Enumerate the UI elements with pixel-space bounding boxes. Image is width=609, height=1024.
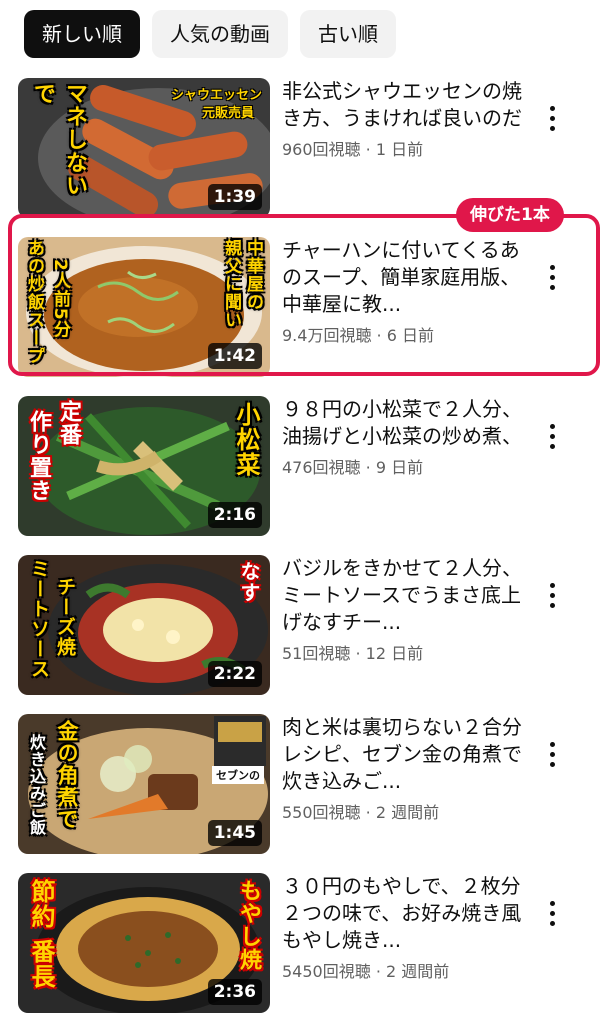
meta-separator: · xyxy=(350,644,366,663)
video-title[interactable]: ３０円のもやしで、２枚分２つの味で、お好み焼き風もやし焼き... xyxy=(282,873,522,954)
meta-separator: · xyxy=(360,140,376,159)
upload-age: 2 週間前 xyxy=(375,803,440,822)
meta-separator: · xyxy=(360,458,376,477)
upload-age: 9 日前 xyxy=(375,458,424,477)
thumb-caption: 定番 xyxy=(56,400,81,446)
view-count: 5450回視聴 xyxy=(282,962,371,981)
view-count: 550回視聴 xyxy=(282,803,361,822)
thumb-caption: 2人前5分 xyxy=(50,259,70,339)
video-item[interactable]: ミートソース チーズ焼 なす 2:22 バジルをきかせて２人分、ミートソースでう… xyxy=(0,555,609,695)
view-count: 476回視聴 xyxy=(282,458,361,477)
video-title[interactable]: バジルをきかせて２人分、ミートソースでうまさ底上げなすチー... xyxy=(282,555,522,636)
thumb-caption: 金の角煮で xyxy=(55,720,79,830)
thumb-caption: 作り置き xyxy=(26,410,51,502)
video-stats: 960回視聴 · 1 日前 xyxy=(282,136,522,160)
video-thumbnail[interactable]: 節約 番長 もやし焼 2:36 xyxy=(18,873,270,1013)
more-options-icon[interactable] xyxy=(540,418,564,454)
video-title[interactable]: チャーハンに付いてくるあのスープ、簡単家庭用版、中華屋に教... xyxy=(282,237,522,318)
chip-newest[interactable]: 新しい順 xyxy=(24,10,140,58)
upload-age: 6 日前 xyxy=(386,326,434,345)
upload-age: 12 日前 xyxy=(365,644,424,663)
thumb-caption: セブンの xyxy=(212,766,264,784)
video-title[interactable]: 肉と米は裏切らない２合分レシピ、セブン金の角煮で炊き込みご... xyxy=(282,714,522,795)
video-thumbnail[interactable]: 金の角煮で 炊き込みご飯 セブンの 1:45 xyxy=(18,714,270,854)
meta-separator: · xyxy=(370,962,386,981)
video-meta: 肉と米は裏切らない２合分レシピ、セブン金の角煮で炊き込みご... 550回視聴 … xyxy=(282,714,522,823)
thumb-caption: 元販売員 xyxy=(201,106,254,121)
view-count: 9.4万回視聴 xyxy=(282,326,372,345)
more-options-icon[interactable] xyxy=(540,259,564,295)
thumb-caption: なす xyxy=(237,561,261,603)
thumb-caption: 親父に聞い xyxy=(221,239,241,329)
thumb-caption: あの炒飯スープ xyxy=(24,239,44,365)
video-meta: チャーハンに付いてくるあのスープ、簡単家庭用版、中華屋に教... 9.4万回視聴… xyxy=(282,237,522,346)
duration-badge: 1:45 xyxy=(207,820,262,846)
thumb-caption: 炊き込みご飯 xyxy=(27,734,46,836)
duration-badge: 1:42 xyxy=(207,343,262,369)
video-stats: 9.4万回視聴 · 6 日前 xyxy=(282,322,522,346)
video-stats: 5450回視聴 · 2 週間前 xyxy=(282,958,522,982)
chip-oldest[interactable]: 古い順 xyxy=(300,10,396,58)
meta-separator: · xyxy=(360,803,376,822)
more-options-icon[interactable] xyxy=(540,577,564,613)
video-meta: ９８円の小松菜で２人分、油揚げと小松菜の炒め煮、 476回視聴 · 9 日前 xyxy=(282,396,522,478)
thumb-caption: シャウエッセン xyxy=(170,88,262,103)
view-count: 960回視聴 xyxy=(282,140,361,159)
video-title[interactable]: 非公式シャウエッセンの焼き方、うまければ良いのだ xyxy=(282,78,522,132)
sort-filter-chips: 新しい順 人気の動画 古い順 xyxy=(24,10,396,58)
duration-badge: 1:39 xyxy=(207,184,262,210)
video-title[interactable]: ９８円の小松菜で２人分、油揚げと小松菜の炒め煮、 xyxy=(282,396,522,450)
video-thumbnail[interactable]: ミートソース チーズ焼 なす 2:22 xyxy=(18,555,270,695)
more-options-icon[interactable] xyxy=(540,100,564,136)
more-options-icon[interactable] xyxy=(540,895,564,931)
video-stats: 476回視聴 · 9 日前 xyxy=(282,454,522,478)
video-item[interactable]: あの炒飯スープ 2人前5分 中華屋の 親父に聞い 1:42 チャーハンに付いてく… xyxy=(0,237,609,377)
thumb-caption: もやし焼 xyxy=(236,879,261,971)
upload-age: 1 日前 xyxy=(375,140,424,159)
video-meta: バジルをきかせて２人分、ミートソースでうまさ底上げなすチー... 51回視聴 ·… xyxy=(282,555,522,664)
duration-badge: 2:22 xyxy=(207,661,262,687)
duration-badge: 2:36 xyxy=(207,979,262,1005)
chip-popular[interactable]: 人気の動画 xyxy=(152,10,288,58)
thumb-caption: 番長 xyxy=(27,939,55,989)
video-item[interactable]: 節約 番長 もやし焼 2:36 ３０円のもやしで、２枚分２つの味で、お好み焼き風… xyxy=(0,873,609,1013)
thumb-caption: 節約 xyxy=(27,879,55,929)
thumb-caption: 中華屋の xyxy=(243,239,263,311)
video-stats: 550回視聴 · 2 週間前 xyxy=(282,799,522,823)
meta-separator: · xyxy=(371,326,387,345)
more-options-icon[interactable] xyxy=(540,736,564,772)
video-meta: 非公式シャウエッセンの焼き方、うまければ良いのだ 960回視聴 · 1 日前 xyxy=(282,78,522,160)
video-item[interactable]: 金の角煮で 炊き込みご飯 セブンの 1:45 肉と米は裏切らない２合分レシピ、セ… xyxy=(0,714,609,854)
video-thumbnail[interactable]: 定番 作り置き 小松菜 2:16 xyxy=(18,396,270,536)
video-item[interactable]: 定番 作り置き 小松菜 2:16 ９８円の小松菜で２人分、油揚げと小松菜の炒め煮… xyxy=(0,396,609,536)
video-thumbnail[interactable]: シャウエッセン 元販売員 マネしないで 1:39 xyxy=(18,78,270,218)
thumb-caption: ミートソース xyxy=(28,559,50,679)
video-meta: ３０円のもやしで、２枚分２つの味で、お好み焼き風もやし焼き... 5450回視聴… xyxy=(282,873,522,982)
thumb-caption: 小松菜 xyxy=(232,402,260,477)
duration-badge: 2:16 xyxy=(207,502,262,528)
upload-age: 2 週間前 xyxy=(386,962,450,981)
view-count: 51回視聴 xyxy=(282,644,351,663)
video-thumbnail[interactable]: あの炒飯スープ 2人前5分 中華屋の 親父に聞い 1:42 xyxy=(18,237,270,377)
video-item[interactable]: シャウエッセン 元販売員 マネしないで 1:39 非公式シャウエッセンの焼き方、… xyxy=(0,78,609,218)
video-stats: 51回視聴 · 12 日前 xyxy=(282,640,522,664)
thumb-caption: マネしないで xyxy=(30,82,87,197)
highlight-badge: 伸びた1本 xyxy=(456,198,564,232)
thumb-caption: チーズ焼 xyxy=(54,577,76,657)
